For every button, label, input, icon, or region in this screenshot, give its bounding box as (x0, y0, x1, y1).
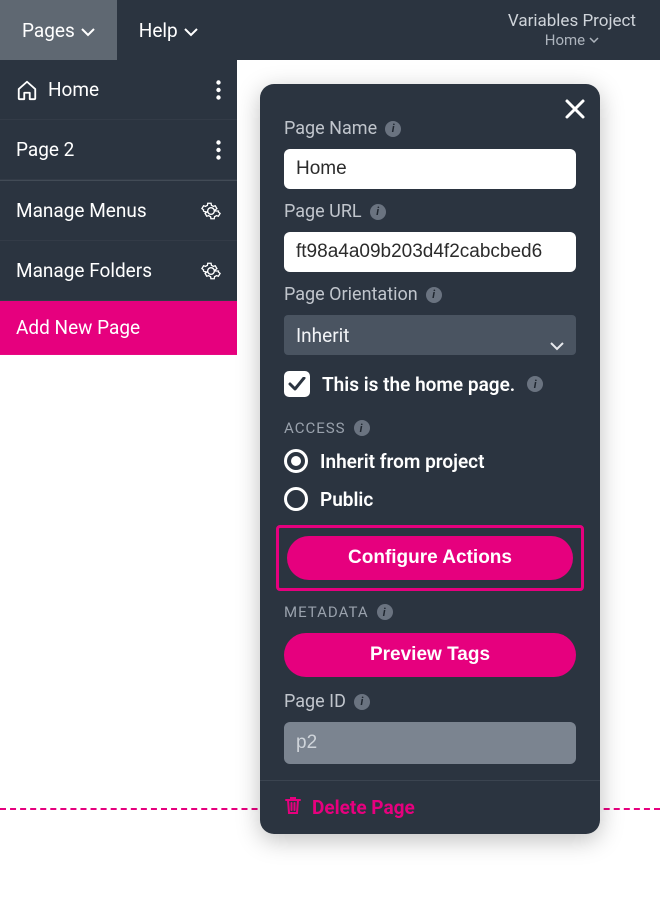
sidebar-item-label: Manage Menus (16, 199, 191, 222)
breadcrumb: Home (545, 31, 599, 49)
sidebar-item-label: Home (48, 78, 206, 101)
help-menu-label: Help (139, 19, 178, 42)
configure-actions-highlight: Configure Actions (276, 525, 584, 591)
radio-button[interactable] (284, 487, 308, 511)
checkbox-label: This is the home page. (322, 373, 515, 396)
sidebar-item-label: Manage Folders (16, 259, 191, 282)
breadcrumb-label: Home (545, 31, 585, 49)
more-icon[interactable] (216, 80, 221, 100)
section-header-text: ACCESS (284, 419, 346, 437)
delete-page-button[interactable]: Delete Page (260, 780, 600, 820)
chevron-down-icon (550, 333, 564, 356)
more-icon[interactable] (216, 140, 221, 160)
sidebar-item-label: Add New Page (16, 316, 221, 339)
info-icon[interactable]: i (370, 204, 386, 220)
page-orientation-select[interactable]: Inherit (284, 315, 576, 355)
info-icon[interactable]: i (377, 604, 393, 620)
page-id-label: Page ID i (284, 691, 576, 712)
page-settings-panel: Page Name i Page URL i Page Orientation … (260, 84, 600, 834)
delete-page-label: Delete Page (312, 796, 415, 819)
access-section-header: ACCESS i (284, 419, 576, 437)
info-icon[interactable]: i (385, 121, 401, 137)
access-radio-inherit[interactable]: Inherit from project (284, 449, 576, 473)
gear-icon (201, 201, 221, 221)
radio-button[interactable] (284, 449, 308, 473)
checkbox[interactable] (284, 371, 310, 397)
help-menu-tab[interactable]: Help (117, 0, 220, 60)
page-url-input[interactable] (284, 232, 576, 272)
page-id-input (284, 722, 576, 764)
close-button[interactable] (564, 98, 586, 124)
check-icon (288, 377, 306, 391)
sidebar-item-manage-folders[interactable]: Manage Folders (0, 241, 237, 301)
home-icon (16, 79, 38, 101)
project-title: Variables Project (508, 11, 636, 31)
radio-label: Public (320, 488, 373, 511)
access-radio-public[interactable]: Public (284, 487, 576, 511)
button-label: Preview Tags (370, 644, 490, 666)
label-text: Page ID (284, 691, 346, 712)
add-new-page-button[interactable]: Add New Page (0, 301, 237, 355)
label-text: Page Orientation (284, 284, 418, 305)
home-page-checkbox-row[interactable]: This is the home page. i (284, 371, 576, 397)
chevron-down-icon (81, 19, 95, 42)
label-text: Page Name (284, 118, 377, 139)
close-icon (564, 98, 586, 120)
top-bar: Pages Help Variables Project Home (0, 0, 660, 60)
chevron-down-icon (184, 19, 198, 42)
pages-menu-tab[interactable]: Pages (0, 0, 117, 60)
button-label: Configure Actions (348, 547, 512, 569)
trash-icon (284, 795, 302, 820)
chevron-down-icon (589, 37, 599, 43)
page-url-label: Page URL i (284, 201, 576, 222)
gear-icon (201, 261, 221, 281)
page-name-label: Page Name i (284, 118, 576, 139)
select-value: Inherit (296, 324, 349, 347)
configure-actions-button[interactable]: Configure Actions (287, 536, 573, 580)
info-icon[interactable]: i (354, 694, 370, 710)
section-header-text: METADATA (284, 603, 369, 621)
page-orientation-label: Page Orientation i (284, 284, 576, 305)
preview-tags-button[interactable]: Preview Tags (284, 633, 576, 677)
metadata-section-header: METADATA i (284, 603, 576, 621)
sidebar-item-manage-menus[interactable]: Manage Menus (0, 181, 237, 241)
pages-menu-label: Pages (22, 19, 75, 42)
info-icon[interactable]: i (426, 287, 442, 303)
sidebar-item-page2[interactable]: Page 2 (0, 120, 237, 180)
sidebar-item-home[interactable]: Home (0, 60, 237, 120)
label-text: Page URL (284, 201, 362, 222)
project-title-block[interactable]: Variables Project Home (508, 0, 660, 60)
page-name-input[interactable] (284, 149, 576, 189)
sidebar-item-label: Page 2 (16, 138, 206, 161)
pages-sidebar: Home Page 2 Manage Menus Manage Folders … (0, 60, 237, 355)
info-icon[interactable]: i (527, 376, 543, 392)
info-icon[interactable]: i (354, 420, 370, 436)
radio-label: Inherit from project (320, 450, 484, 473)
